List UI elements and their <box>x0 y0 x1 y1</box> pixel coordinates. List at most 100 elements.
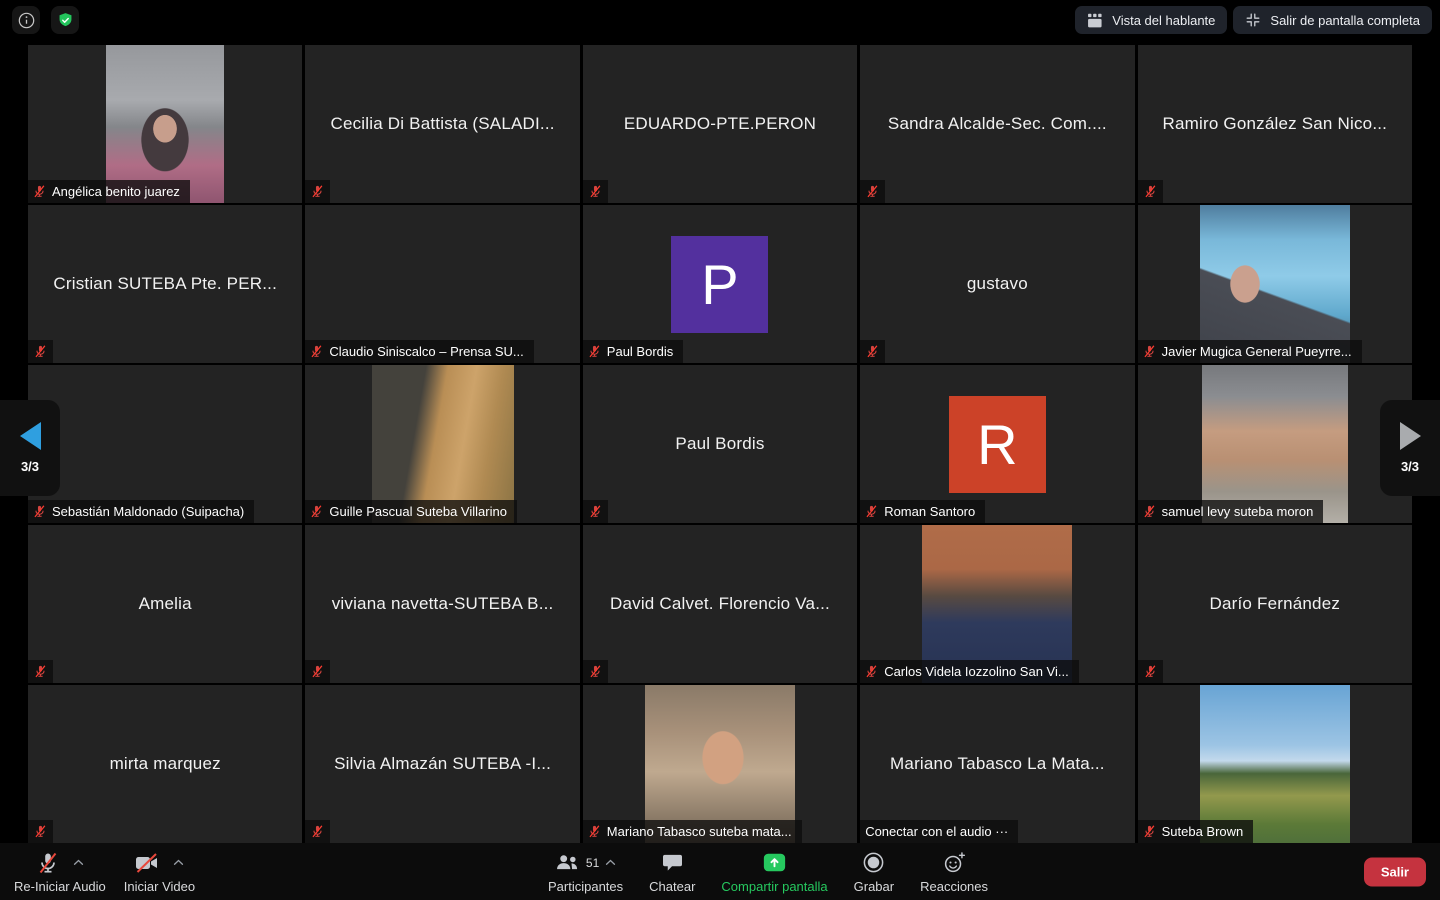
participant-name: viviana navetta-SUTEBA B... <box>332 594 554 614</box>
muted-mic-tag <box>305 180 330 203</box>
muted-mic-icon <box>34 345 47 358</box>
chat-button[interactable]: Chatear <box>649 850 695 894</box>
participant-name-tag: Roman Santoro <box>860 500 985 523</box>
participants-button[interactable]: 51 Participantes <box>548 850 623 894</box>
next-page-button[interactable]: 3/3 <box>1380 400 1440 496</box>
share-screen-icon <box>763 853 786 872</box>
audio-status-tag: Conectar con el audio ··· <box>860 820 1018 843</box>
participant-name: Paul Bordis <box>607 344 673 359</box>
audio-options-chevron-icon[interactable] <box>73 859 84 866</box>
muted-mic-icon <box>310 505 323 518</box>
muted-mic-icon <box>311 825 324 838</box>
chat-label: Chatear <box>649 879 695 894</box>
participant-name-tag: Suteba Brown <box>1138 820 1254 843</box>
participant-name: Carlos Videla Iozzolino San Vi... <box>884 664 1069 679</box>
participant-name: mirta marquez <box>110 754 221 774</box>
participant-tile[interactable]: Javier Mugica General Pueyrre... <box>1138 205 1412 363</box>
chat-icon <box>662 853 683 872</box>
muted-mic-icon <box>865 505 878 518</box>
muted-mic-icon <box>588 345 601 358</box>
participant-name-tag: Guille Pascual Suteba Villarino <box>305 500 517 523</box>
participant-name-tag: Claudio Siniscalco – Prensa SU... <box>305 340 533 363</box>
participant-name: Ramiro González San Nico... <box>1162 114 1387 134</box>
muted-mic-tag <box>1138 180 1163 203</box>
participant-tile[interactable]: gustavo <box>860 205 1134 363</box>
record-button[interactable]: Grabar <box>854 850 894 894</box>
exit-fullscreen-button[interactable]: Salir de pantalla completa <box>1233 6 1432 34</box>
encryption-shield-button[interactable] <box>51 6 79 34</box>
participant-tile[interactable]: Mariano Tabasco La Mata... Conectar con e… <box>860 685 1134 843</box>
participant-tile[interactable]: Guille Pascual Suteba Villarino <box>305 365 579 523</box>
speaker-view-button[interactable]: Vista del hablante <box>1075 6 1227 34</box>
participant-name-tag: samuel levy suteba moron <box>1138 500 1324 523</box>
participant-tile[interactable]: Ramiro González San Nico... <box>1138 45 1412 203</box>
muted-mic-tag <box>28 340 53 363</box>
participant-tile[interactable]: Silvia Almazán SUTEBA -I... <box>305 685 579 843</box>
participants-count: 51 <box>586 856 599 870</box>
participant-tile[interactable]: Paul Bordis <box>583 365 857 523</box>
muted-mic-icon <box>1143 505 1156 518</box>
participant-tile[interactable]: Cecilia Di Battista (SALADI... <box>305 45 579 203</box>
video-options-chevron-icon[interactable] <box>173 859 184 866</box>
participant-tile[interactable]: PPaul Bordis <box>583 205 857 363</box>
participant-name: Javier Mugica General Pueyrre... <box>1162 344 1352 359</box>
leave-button[interactable]: Salir <box>1364 857 1426 886</box>
shield-check-icon <box>57 12 74 29</box>
participants-chevron-icon[interactable] <box>605 859 616 866</box>
mic-muted-icon <box>36 851 60 875</box>
speaker-view-label: Vista del hablante <box>1112 13 1215 28</box>
meeting-info-button[interactable] <box>12 6 40 34</box>
share-screen-label: Compartir pantalla <box>721 879 827 894</box>
participants-label: Participantes <box>548 879 623 894</box>
previous-page-button[interactable]: 3/3 <box>0 400 60 496</box>
muted-mic-icon <box>310 345 323 358</box>
participant-tile[interactable]: Amelia <box>28 525 302 683</box>
participant-tile[interactable]: Suteba Brown <box>1138 685 1412 843</box>
participant-tile[interactable]: Angélica benito juarez <box>28 45 302 203</box>
participant-name-tag: Javier Mugica General Pueyrre... <box>1138 340 1362 363</box>
record-icon <box>862 851 885 874</box>
participant-tile[interactable]: Cristian SUTEBA Pte. PER... <box>28 205 302 363</box>
participant-tile[interactable]: mirta marquez <box>28 685 302 843</box>
muted-mic-tag <box>1138 660 1163 683</box>
muted-mic-icon <box>866 345 879 358</box>
info-icon <box>18 12 35 29</box>
participants-icon <box>555 853 580 872</box>
muted-mic-icon <box>865 665 878 678</box>
speaker-view-icon <box>1087 13 1103 28</box>
muted-mic-tag <box>28 820 53 843</box>
participant-name-tag: Carlos Videla Iozzolino San Vi... <box>860 660 1079 683</box>
reactions-button[interactable]: Reacciones <box>920 850 988 894</box>
muted-mic-icon <box>589 185 602 198</box>
unmute-audio-button[interactable]: Re-Iniciar Audio <box>14 850 106 894</box>
participant-tile[interactable]: viviana navetta-SUTEBA B... <box>305 525 579 683</box>
participant-tile[interactable]: Mariano Tabasco suteba mata... <box>583 685 857 843</box>
muted-mic-icon <box>311 185 324 198</box>
participant-tile[interactable]: Sebastián Maldonado (Suipacha) <box>28 365 302 523</box>
participant-tile[interactable]: samuel levy suteba moron <box>1138 365 1412 523</box>
participant-name: Silvia Almazán SUTEBA -I... <box>334 754 551 774</box>
muted-mic-tag <box>860 340 885 363</box>
share-screen-button[interactable]: Compartir pantalla <box>721 850 827 894</box>
reactions-label: Reacciones <box>920 879 988 894</box>
participant-tile[interactable]: Carlos Videla Iozzolino San Vi... <box>860 525 1134 683</box>
muted-mic-icon <box>33 185 46 198</box>
camera-muted-icon <box>134 851 160 875</box>
muted-mic-tag <box>305 820 330 843</box>
participant-tile[interactable]: Sandra Alcalde-Sec. Com.... <box>860 45 1134 203</box>
participant-name: Suteba Brown <box>1162 824 1244 839</box>
muted-mic-icon <box>589 665 602 678</box>
participant-tile[interactable]: Claudio Siniscalco – Prensa SU... <box>305 205 579 363</box>
participant-name: Mariano Tabasco La Mata... <box>890 754 1105 774</box>
participant-name: Amelia <box>139 594 192 614</box>
participant-tile[interactable]: R Roman Santoro <box>860 365 1134 523</box>
participant-name: Sebastián Maldonado (Suipacha) <box>52 504 244 519</box>
start-video-button[interactable]: Iniciar Video <box>124 850 195 894</box>
muted-mic-icon <box>1143 345 1156 358</box>
muted-mic-icon <box>1143 825 1156 838</box>
participant-tile[interactable]: Darío Fernández <box>1138 525 1412 683</box>
participant-avatar: R <box>949 396 1046 493</box>
participant-tile[interactable]: David Calvet. Florencio Va... <box>583 525 857 683</box>
participant-tile[interactable]: EDUARDO-PTE.PERON <box>583 45 857 203</box>
meeting-toolbar: Re-Iniciar Audio Iniciar Video 51 Partic… <box>0 843 1440 900</box>
